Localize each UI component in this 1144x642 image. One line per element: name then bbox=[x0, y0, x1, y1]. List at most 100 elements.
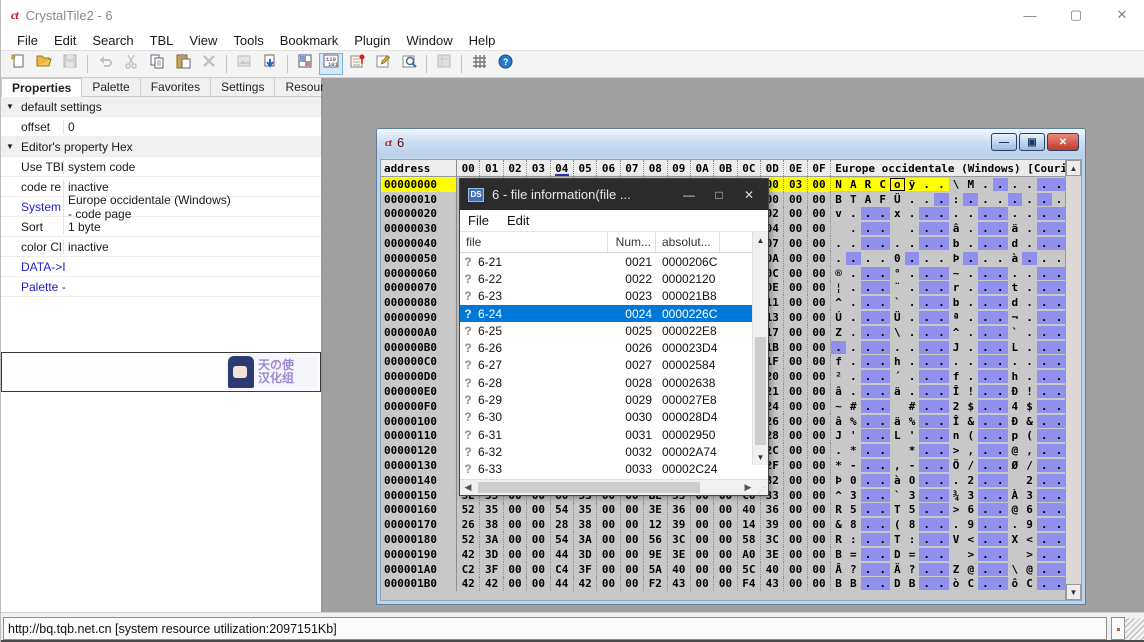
file-list-row[interactable]: ?6-33003300002C24 bbox=[460, 461, 768, 478]
hex-text-char[interactable]: Ö bbox=[949, 459, 964, 472]
tile-viewer-button[interactable] bbox=[293, 53, 317, 75]
hex-byte[interactable]: 00 bbox=[597, 547, 620, 562]
hex-byte[interactable]: 00 bbox=[784, 517, 807, 532]
hex-text-char[interactable]: . bbox=[934, 252, 949, 265]
hex-byte[interactable]: 00 bbox=[808, 281, 831, 296]
hex-text-char[interactable]: . bbox=[993, 459, 1008, 472]
hex-text-char[interactable]: . bbox=[963, 267, 978, 280]
hex-text-char[interactable]: . bbox=[831, 444, 846, 457]
hex-text-char[interactable]: J bbox=[831, 429, 846, 442]
hex-text-char[interactable]: . bbox=[934, 415, 949, 428]
hex-text-char[interactable]: . bbox=[934, 444, 949, 457]
hex-text-char[interactable]: : bbox=[949, 193, 964, 206]
hex-text-char[interactable]: . bbox=[1037, 385, 1052, 398]
dialog-title-bar[interactable]: DS 6 - file information(file ... — □ ✕ bbox=[460, 179, 768, 210]
hex-text-char[interactable]: 2 bbox=[949, 400, 964, 413]
grid-button[interactable] bbox=[467, 53, 491, 75]
dialog-minimize-button[interactable]: — bbox=[674, 183, 704, 207]
menu-item-search[interactable]: Search bbox=[84, 31, 141, 50]
hex-text-char[interactable]: b bbox=[949, 237, 964, 250]
hex-text-char[interactable]: . bbox=[875, 474, 890, 487]
property-row[interactable]: Sort1 byte bbox=[1, 217, 321, 237]
hex-text-char[interactable]: . bbox=[905, 296, 920, 309]
hex-byte[interactable]: 00 bbox=[808, 517, 831, 532]
tbl-editor-button[interactable] bbox=[371, 53, 395, 75]
hex-text-char[interactable]: 5 bbox=[905, 503, 920, 516]
window-resize-grip[interactable] bbox=[1124, 618, 1144, 640]
hex-text-char[interactable]: . bbox=[1022, 207, 1037, 220]
hex-byte[interactable]: 58 bbox=[738, 532, 761, 547]
hex-text-char[interactable]: . bbox=[861, 296, 876, 309]
hex-text-char[interactable]: 8 bbox=[846, 518, 861, 531]
hex-byte[interactable]: 40 bbox=[761, 562, 784, 577]
hex-text-char[interactable]: . bbox=[861, 489, 876, 502]
hex-text-char[interactable]: 3 bbox=[905, 489, 920, 502]
hex-byte[interactable]: 00 bbox=[808, 207, 831, 222]
hex-text-char[interactable]: $ bbox=[963, 400, 978, 413]
hex-text-char[interactable]: . bbox=[963, 281, 978, 294]
hex-text-char[interactable]: . bbox=[1037, 355, 1052, 368]
hex-text-char[interactable]: D bbox=[890, 577, 905, 590]
hex-byte[interactable]: 00 bbox=[784, 207, 807, 222]
hex-text-char[interactable]: ª bbox=[949, 311, 964, 324]
hex-byte[interactable]: 38 bbox=[574, 517, 597, 532]
dialog-menu-file[interactable]: File bbox=[468, 213, 489, 228]
hex-text-char[interactable]: . bbox=[993, 474, 1008, 487]
hex-text-char[interactable]: . bbox=[934, 474, 949, 487]
hex-byte[interactable]: 00 bbox=[808, 266, 831, 281]
hex-text-char[interactable]: . bbox=[978, 341, 993, 354]
hex-text-char[interactable]: Î bbox=[949, 415, 964, 428]
hex-byte[interactable]: 00 bbox=[784, 295, 807, 310]
hex-text-char[interactable]: A bbox=[861, 193, 876, 206]
hex-text-char[interactable]: R bbox=[831, 533, 846, 546]
hex-text-char[interactable]: . bbox=[978, 311, 993, 324]
hex-text-char[interactable]: L bbox=[890, 429, 905, 442]
hex-text-char[interactable]: ( bbox=[1022, 429, 1037, 442]
hex-text-char[interactable]: . bbox=[831, 252, 846, 265]
hex-byte[interactable]: 3F bbox=[574, 562, 597, 577]
hex-text-char[interactable]: ^ bbox=[831, 489, 846, 502]
hex-byte[interactable]: 00 bbox=[808, 325, 831, 340]
hex-text-char[interactable]: . bbox=[861, 444, 876, 457]
hex-byte[interactable]: 54 bbox=[551, 503, 574, 518]
hex-text-char[interactable]: . bbox=[993, 518, 1008, 531]
menu-item-plugin[interactable]: Plugin bbox=[346, 31, 398, 50]
collapse-arrow-icon[interactable]: ▼ bbox=[1, 102, 19, 111]
property-row[interactable]: System IEurope occidentale (Windows)- co… bbox=[1, 197, 321, 217]
hex-byte[interactable]: 3D bbox=[480, 547, 503, 562]
hex-text-char[interactable]: . bbox=[963, 222, 978, 235]
hex-text-char[interactable]: . bbox=[993, 355, 1008, 368]
hex-byte[interactable]: C2 bbox=[457, 562, 480, 577]
hex-text-char[interactable]: . bbox=[1037, 577, 1052, 590]
close-button[interactable]: ✕ bbox=[1099, 0, 1144, 30]
hex-text-char[interactable]: . bbox=[963, 355, 978, 368]
hex-text-char[interactable]: . bbox=[978, 178, 993, 191]
hex-byte[interactable]: F2 bbox=[644, 577, 667, 592]
hex-text-char[interactable]: . bbox=[993, 370, 1008, 383]
hex-text-char[interactable]: . bbox=[905, 370, 920, 383]
hex-byte[interactable]: 00 bbox=[784, 340, 807, 355]
hex-text-char[interactable]: d bbox=[1008, 237, 1023, 250]
hex-text-char[interactable]: ¾ bbox=[949, 489, 964, 502]
hex-text-char[interactable]: . bbox=[993, 296, 1008, 309]
hex-byte[interactable]: 00 bbox=[784, 251, 807, 266]
hex-text-char[interactable]: b bbox=[949, 296, 964, 309]
copy-button[interactable] bbox=[145, 53, 169, 75]
hex-text-char[interactable]: . bbox=[919, 503, 934, 516]
hex-text-char[interactable]: . bbox=[905, 207, 920, 220]
hex-byte[interactable]: 00 bbox=[527, 517, 550, 532]
hex-text-char[interactable]: . bbox=[993, 326, 1008, 339]
hex-row-00000160[interactable]: 0000016052350000543500003E36000040360000… bbox=[381, 503, 1081, 518]
hex-text-char[interactable]: . bbox=[919, 267, 934, 280]
hex-byte[interactable]: 00 bbox=[784, 562, 807, 577]
file-list-row[interactable]: ?6-300030000028D4 bbox=[460, 409, 768, 426]
hex-byte[interactable]: 3A bbox=[480, 532, 503, 547]
hex-byte[interactable]: 00 bbox=[714, 532, 737, 547]
hex-text-char[interactable]: R bbox=[831, 503, 846, 516]
hex-byte[interactable]: 3C bbox=[761, 532, 784, 547]
hex-text-char[interactable]: C bbox=[963, 577, 978, 590]
hex-text-char[interactable]: d bbox=[1008, 296, 1023, 309]
hex-byte[interactable]: 00 bbox=[597, 562, 620, 577]
hex-text-char[interactable]: . bbox=[963, 311, 978, 324]
hex-text-char[interactable]: 9 bbox=[1022, 518, 1037, 531]
